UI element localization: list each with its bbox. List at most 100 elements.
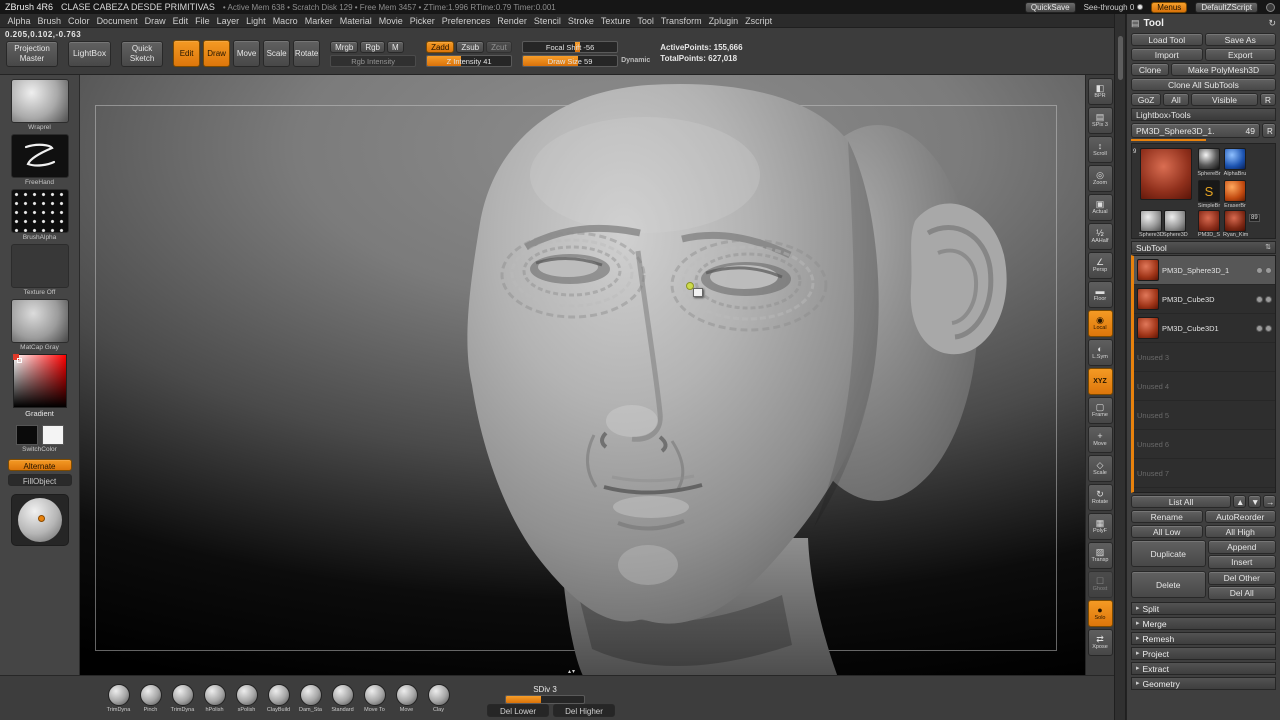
- current-stroke-thumbnail[interactable]: [11, 134, 69, 178]
- bpr-button[interactable]: ◧BPR: [1088, 78, 1113, 105]
- duplicate-button[interactable]: Duplicate: [1131, 540, 1206, 567]
- menu-zplugin[interactable]: Zplugin: [705, 16, 742, 26]
- visibility-eye-icon[interactable]: [1256, 325, 1272, 332]
- default-zscript-button[interactable]: DefaultZScript: [1195, 2, 1258, 13]
- draw-mode-button[interactable]: Draw: [203, 40, 230, 67]
- m-button[interactable]: M: [387, 41, 404, 53]
- menu-light[interactable]: Light: [243, 16, 270, 26]
- save-as-button[interactable]: Save As: [1205, 33, 1277, 46]
- ryan-kim-thumbnail[interactable]: [1224, 210, 1246, 232]
- load-tool-button[interactable]: Load Tool: [1131, 33, 1203, 46]
- subtool-item[interactable]: PM3D_Cube3D1: [1134, 314, 1275, 343]
- lightbox-tools-bar[interactable]: Lightbox›Tools: [1131, 108, 1276, 121]
- menu-alpha[interactable]: Alpha: [4, 16, 34, 26]
- export-button[interactable]: Export: [1205, 48, 1277, 61]
- eraserbrush-thumbnail[interactable]: [1224, 180, 1246, 202]
- brush-shortcut[interactable]: hPolish: [202, 684, 227, 713]
- main-color-swatch[interactable]: [16, 425, 38, 445]
- subtool-item-unused[interactable]: Unused 5: [1134, 401, 1275, 430]
- rgb-button[interactable]: Rgb: [360, 41, 385, 53]
- sculpted-head-model[interactable]: [410, 83, 1022, 675]
- clone-all-subtools-button[interactable]: Clone All SubTools: [1131, 78, 1276, 91]
- goz-r-button[interactable]: R: [1260, 93, 1276, 106]
- local-button[interactable]: ◉Local: [1088, 310, 1113, 337]
- extract-section-header[interactable]: ▸Extract: [1131, 662, 1276, 675]
- menu-tool[interactable]: Tool: [634, 16, 658, 26]
- palette-refresh-icon[interactable]: ↻: [1268, 18, 1276, 29]
- tool-r-button[interactable]: R: [1262, 123, 1276, 138]
- current-alpha-thumbnail[interactable]: [11, 189, 69, 233]
- subtool-item-unused[interactable]: Unused 6: [1134, 430, 1275, 459]
- projection-master-button[interactable]: Projection Master: [6, 41, 58, 67]
- brush-shortcut[interactable]: TrimDyna: [106, 684, 131, 713]
- visibility-eye-icon[interactable]: [1256, 267, 1272, 274]
- subtool-item-unused[interactable]: Unused 7: [1134, 459, 1275, 488]
- list-all-button[interactable]: List All: [1131, 495, 1231, 508]
- see-through-slider[interactable]: See-through 0: [1084, 3, 1144, 12]
- material-preview[interactable]: [11, 494, 69, 546]
- menu-movie[interactable]: Movie: [375, 16, 406, 26]
- autoreorder-button[interactable]: AutoReorder: [1205, 510, 1277, 523]
- move-mode-button[interactable]: Move: [233, 40, 260, 67]
- subtool-item-unused[interactable]: Unused 4: [1134, 372, 1275, 401]
- clone-button[interactable]: Clone: [1131, 63, 1169, 76]
- current-tool-button[interactable]: PM3D_Sphere3D_1. 49: [1131, 123, 1260, 138]
- pm3d-thumbnail[interactable]: [1198, 210, 1220, 232]
- subtool-down-button[interactable]: ▼: [1248, 495, 1261, 508]
- del-other-button[interactable]: Del Other: [1208, 571, 1277, 585]
- floor-button[interactable]: ▬Floor: [1088, 281, 1113, 308]
- spherebrush-thumbnail[interactable]: [1198, 148, 1220, 170]
- palette-grid-icon[interactable]: ▤: [1131, 18, 1140, 29]
- subtool-item[interactable]: PM3D_Sphere3D_1: [1134, 256, 1275, 285]
- brush-shortcut[interactable]: Dam_Sta: [298, 684, 323, 713]
- sphere3d-thumbnail[interactable]: [1164, 210, 1186, 232]
- delete-button[interactable]: Delete: [1131, 571, 1206, 598]
- current-texture-thumbnail[interactable]: [11, 244, 69, 288]
- slider-knob-icon[interactable]: [1137, 4, 1143, 10]
- tool-palette-header[interactable]: ▤ Tool ↻: [1131, 16, 1276, 31]
- menu-macro[interactable]: Macro: [269, 16, 301, 26]
- spix-button[interactable]: ▤SPix 3: [1088, 107, 1113, 134]
- rotate-3d-button[interactable]: ↻Rotate: [1088, 484, 1113, 511]
- lsym-button[interactable]: ◐L.Sym: [1088, 339, 1113, 366]
- sphere3d-thumbnail[interactable]: [1140, 210, 1162, 232]
- frame-button[interactable]: ▢Frame: [1088, 397, 1113, 424]
- brush-shortcut[interactable]: Pinch: [138, 684, 163, 713]
- brush-shortcut[interactable]: TrimDyna: [170, 684, 195, 713]
- append-button[interactable]: Append: [1208, 540, 1277, 554]
- menu-draw[interactable]: Draw: [141, 16, 169, 26]
- all-low-button[interactable]: All Low: [1131, 525, 1203, 538]
- solo-button[interactable]: ●Solo: [1088, 600, 1113, 627]
- subtool-section-header[interactable]: SubTool ⇅: [1131, 241, 1276, 254]
- color-picker[interactable]: [13, 354, 67, 408]
- current-material-thumbnail[interactable]: [11, 299, 69, 343]
- current-brush-thumbnail[interactable]: [11, 79, 69, 123]
- help-circle-icon[interactable]: [1266, 3, 1275, 12]
- edit-mode-button[interactable]: Edit: [173, 40, 200, 67]
- menus-toggle[interactable]: Menus: [1151, 2, 1187, 13]
- visibility-eye-icon[interactable]: [1256, 296, 1272, 303]
- zadd-button[interactable]: Zadd: [426, 41, 454, 53]
- insert-button[interactable]: Insert: [1208, 555, 1277, 569]
- remesh-section-header[interactable]: ▸Remesh: [1131, 632, 1276, 645]
- rotate-mode-button[interactable]: Rotate: [293, 40, 320, 67]
- quick-sketch-button[interactable]: Quick Sketch: [121, 41, 163, 67]
- all-high-button[interactable]: All High: [1205, 525, 1277, 538]
- brush-shortcut[interactable]: sPolish: [234, 684, 259, 713]
- merge-section-header[interactable]: ▸Merge: [1131, 617, 1276, 630]
- scale-mode-button[interactable]: Scale: [263, 40, 290, 67]
- current-tool-thumbnail[interactable]: [1140, 148, 1192, 200]
- menu-preferences[interactable]: Preferences: [438, 16, 494, 26]
- mrgb-button[interactable]: Mrgb: [330, 41, 358, 53]
- canvas-resize-handle[interactable]: ▴▾: [568, 668, 576, 675]
- focal-shift-slider[interactable]: Focal Shift -56: [522, 41, 618, 53]
- simplebrush-thumbnail[interactable]: S: [1198, 180, 1220, 202]
- xpose-button[interactable]: ⇄Xpose: [1088, 629, 1113, 656]
- menu-stroke[interactable]: Stroke: [564, 16, 597, 26]
- del-lower-button[interactable]: Del Lower: [487, 704, 549, 717]
- brush-shortcut[interactable]: ClayBuild: [266, 684, 291, 713]
- sdiv-slider[interactable]: [505, 695, 585, 704]
- goz-all-button[interactable]: All: [1163, 93, 1189, 106]
- menu-color[interactable]: Color: [65, 16, 94, 26]
- menu-material[interactable]: Material: [336, 16, 375, 26]
